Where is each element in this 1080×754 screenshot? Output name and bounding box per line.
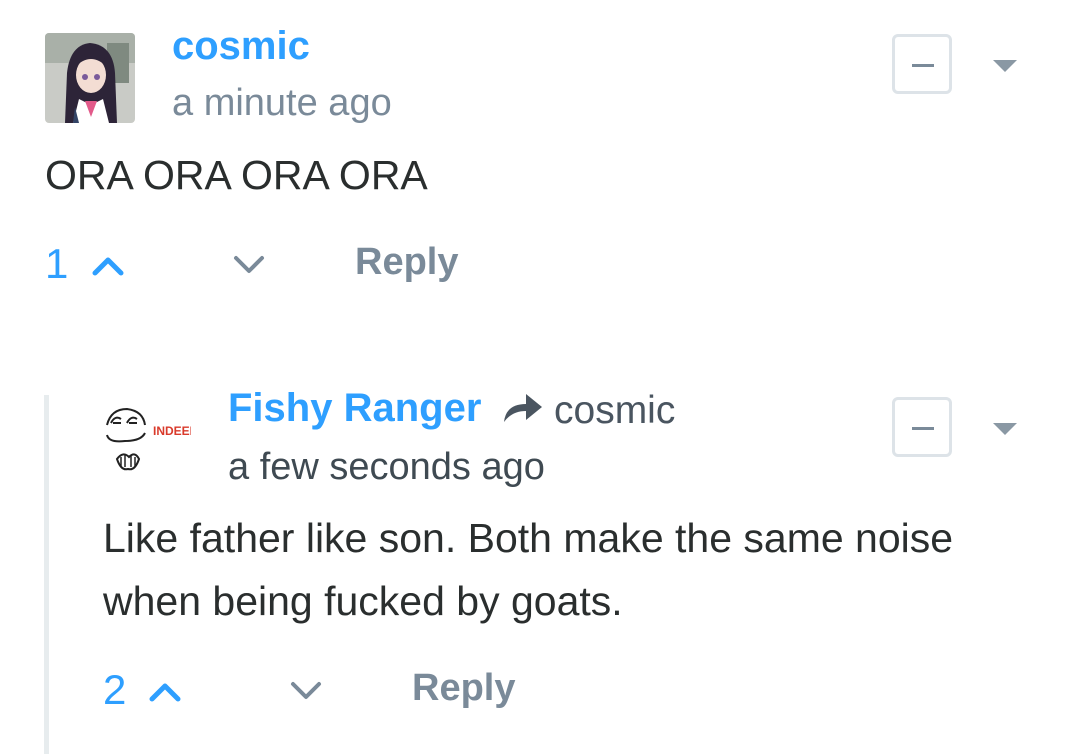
reply-arrow-icon: [504, 394, 542, 422]
comment-text-line: when being fucked by goats.: [103, 578, 623, 624]
comment-timestamp[interactable]: a few seconds ago: [228, 446, 545, 489]
indeed-meme-face-icon: INDEEI: [101, 395, 191, 485]
minus-icon: [912, 427, 934, 430]
in-reply-to-author[interactable]: cosmic: [554, 389, 675, 433]
minus-icon: [912, 64, 934, 67]
comment-text-line: Like father like son. Both make the same…: [103, 515, 954, 561]
avatar[interactable]: INDEEI: [101, 395, 191, 485]
comment-text: Like father like son. Both make the same…: [103, 507, 1063, 633]
collapse-button[interactable]: [892, 397, 952, 457]
avatar-text: INDEEI: [153, 424, 191, 438]
vote-count: 2: [103, 666, 127, 713]
reply-button[interactable]: Reply: [412, 667, 515, 710]
upvote-icon[interactable]: [92, 254, 124, 276]
avatar[interactable]: [45, 33, 135, 123]
caret-down-icon[interactable]: [993, 60, 1017, 72]
collapse-button[interactable]: [892, 34, 952, 94]
downvote-icon[interactable]: [233, 254, 265, 276]
comment-text: ORA ORA ORA ORA: [45, 152, 428, 198]
anime-girl-avatar-icon: [45, 33, 135, 123]
vote-count: 1: [45, 240, 69, 287]
comment-author[interactable]: Fishy Ranger: [228, 386, 481, 431]
downvote-icon[interactable]: [290, 680, 322, 702]
reply-button[interactable]: Reply: [355, 241, 458, 284]
thread-line: [44, 395, 49, 754]
comment-author[interactable]: cosmic: [172, 24, 310, 69]
upvote-icon[interactable]: [149, 680, 181, 702]
caret-down-icon[interactable]: [993, 423, 1017, 435]
comment-timestamp[interactable]: a minute ago: [172, 82, 392, 125]
